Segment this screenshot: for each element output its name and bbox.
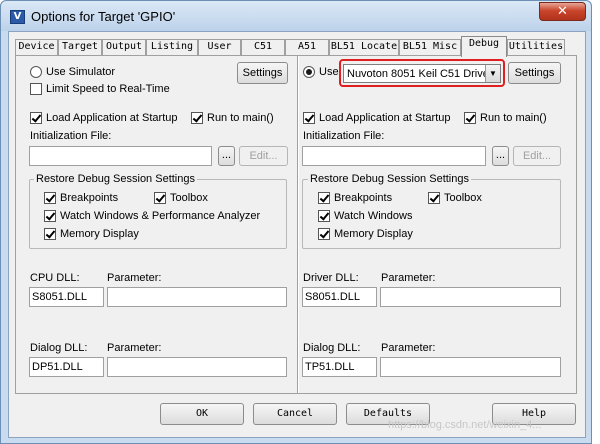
left-watch-label: Watch Windows & Performance Analyzer <box>60 210 261 222</box>
driver-dll-input[interactable]: S8051.DLL <box>302 287 377 307</box>
right-load-app-label: Load Application at Startup <box>319 112 451 124</box>
left-dialog-dll-label: Dialog DLL: <box>30 342 88 354</box>
left-restore-group-title: Restore Debug Session Settings <box>34 173 197 186</box>
tab-user[interactable]: User <box>198 39 241 55</box>
left-memory-label: Memory Display <box>60 228 139 240</box>
cpu-dll-label: CPU DLL: <box>30 272 80 284</box>
left-toolbox-checkbox[interactable] <box>154 192 166 204</box>
right-load-app-checkbox[interactable] <box>303 112 315 124</box>
right-run-to-main-checkbox[interactable] <box>464 112 476 124</box>
use-driver-radio[interactable] <box>303 66 315 78</box>
tab-a51[interactable]: A51 <box>285 39 329 55</box>
right-toolbox-checkbox[interactable] <box>428 192 440 204</box>
left-edit-button[interactable]: Edit... <box>239 146 288 166</box>
limit-speed-checkbox[interactable] <box>30 83 42 95</box>
driver-param-label: Parameter: <box>381 272 436 284</box>
right-watch-label: Watch Windows <box>334 210 413 222</box>
cpu-dll-input[interactable]: S8051.DLL <box>29 287 104 307</box>
simulator-settings-button[interactable]: Settings <box>237 62 288 84</box>
left-run-to-main-checkbox[interactable] <box>191 112 203 124</box>
right-toolbox-label: Toolbox <box>444 192 482 204</box>
driver-settings-button[interactable]: Settings <box>508 62 561 84</box>
left-toolbox-label: Toolbox <box>170 192 208 204</box>
right-dialog-dll-label: Dialog DLL: <box>303 342 361 354</box>
tab-device[interactable]: Device <box>15 39 58 55</box>
right-dialog-param-label: Parameter: <box>381 342 436 354</box>
ok-button[interactable]: OK <box>160 403 244 425</box>
right-memory-checkbox[interactable] <box>318 228 330 240</box>
right-memory-label: Memory Display <box>334 228 413 240</box>
limit-speed-label: Limit Speed to Real-Time <box>46 83 170 95</box>
left-init-file-input[interactable] <box>29 146 212 166</box>
driver-dll-label: Driver DLL: <box>303 272 359 284</box>
app-icon: V <box>10 10 25 24</box>
cpu-param-label: Parameter: <box>107 272 162 284</box>
tab-c51[interactable]: C51 <box>241 39 285 55</box>
tab-bl51-misc[interactable]: BL51 Misc <box>399 39 461 55</box>
close-button[interactable]: ✕ <box>539 2 586 21</box>
use-simulator-label: Use Simulator <box>46 66 116 78</box>
left-dialog-dll-input[interactable]: DP51.DLL <box>29 357 104 377</box>
left-breakpoints-checkbox[interactable] <box>44 192 56 204</box>
tab-target[interactable]: Target <box>58 39 102 55</box>
left-init-file-label: Initialization File: <box>30 130 112 142</box>
tab-utilities[interactable]: Utilities <box>507 39 565 55</box>
left-watch-checkbox[interactable] <box>44 210 56 222</box>
panel-divider <box>297 56 299 393</box>
left-memory-checkbox[interactable] <box>44 228 56 240</box>
right-breakpoints-label: Breakpoints <box>334 192 393 204</box>
right-dialog-param-input[interactable] <box>380 357 561 377</box>
title-bar[interactable]: V Options for Target 'GPIO' ✕ <box>1 1 591 31</box>
right-watch-checkbox[interactable] <box>318 210 330 222</box>
right-browse-button[interactable]: ... <box>492 146 509 166</box>
left-run-to-main-label: Run to main() <box>207 112 274 124</box>
tab-output[interactable]: Output <box>102 39 146 55</box>
tab-debug[interactable]: Debug <box>461 36 507 57</box>
tab-bl51-locate[interactable]: BL51 Locate <box>329 39 399 55</box>
highlight-annotation <box>339 59 505 87</box>
right-restore-group-title: Restore Debug Session Settings <box>308 173 471 186</box>
cancel-button[interactable]: Cancel <box>253 403 337 425</box>
use-simulator-radio[interactable] <box>30 66 42 78</box>
cpu-param-input[interactable] <box>107 287 287 307</box>
tab-listing[interactable]: Listing <box>146 39 198 55</box>
left-dialog-param-label: Parameter: <box>107 342 162 354</box>
right-edit-button[interactable]: Edit... <box>513 146 561 166</box>
driver-param-input[interactable] <box>380 287 561 307</box>
left-dialog-param-input[interactable] <box>107 357 287 377</box>
left-load-app-checkbox[interactable] <box>30 112 42 124</box>
right-init-file-label: Initialization File: <box>303 130 385 142</box>
right-run-to-main-label: Run to main() <box>480 112 547 124</box>
right-breakpoints-checkbox[interactable] <box>318 192 330 204</box>
left-load-app-label: Load Application at Startup <box>46 112 178 124</box>
watermark-text: https://blog.csdn.net/weixin_4... <box>388 419 542 431</box>
right-dialog-dll-input[interactable]: TP51.DLL <box>302 357 377 377</box>
left-browse-button[interactable]: ... <box>218 146 235 166</box>
right-init-file-input[interactable] <box>302 146 486 166</box>
left-breakpoints-label: Breakpoints <box>60 192 119 204</box>
window-title: Options for Target 'GPIO' <box>31 9 176 24</box>
